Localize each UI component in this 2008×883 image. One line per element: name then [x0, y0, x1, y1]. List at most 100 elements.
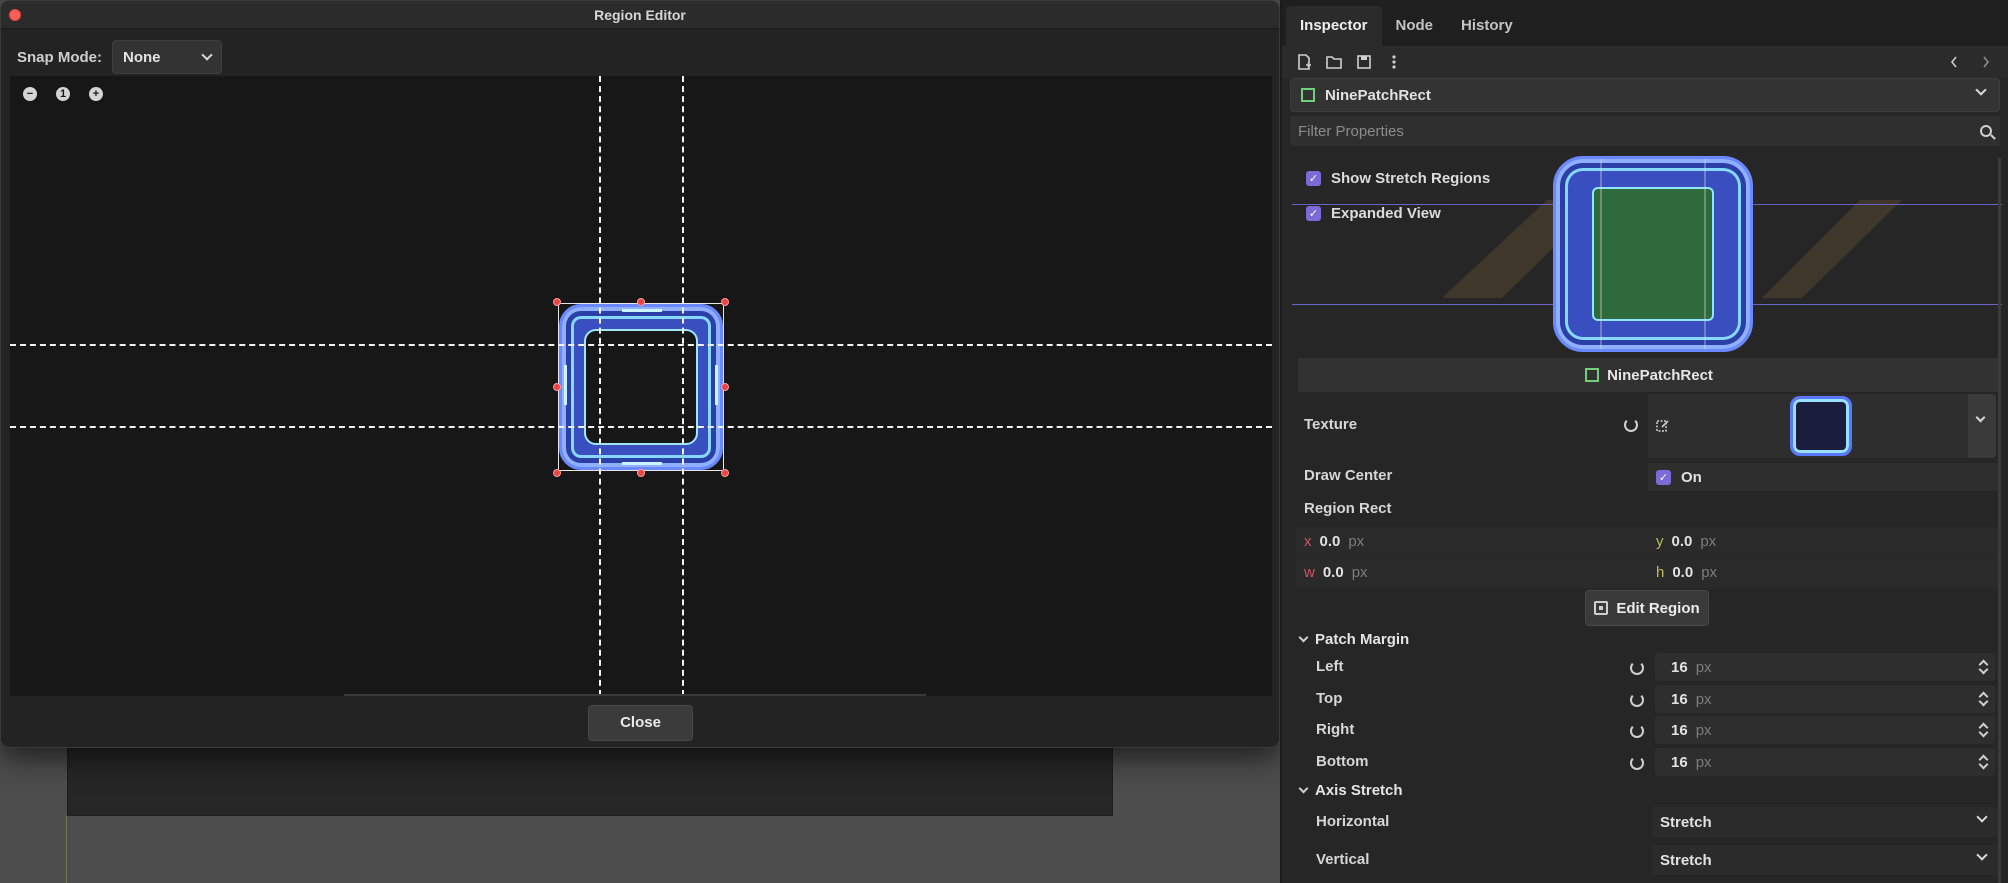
more-options-icon[interactable]	[1386, 54, 1402, 70]
x-axis-label: x	[1304, 533, 1312, 550]
patch-right-label: Right	[1316, 721, 1355, 738]
axis-stretch-group[interactable]: Axis Stretch	[1298, 782, 1403, 799]
history-back-icon[interactable]	[1946, 54, 1962, 70]
region-edit-icon	[1594, 601, 1609, 615]
preview-center	[1592, 187, 1714, 321]
revert-icon[interactable]	[1624, 418, 1638, 432]
draw-center-checkbox[interactable]: ✓ On	[1648, 463, 1998, 491]
preview-patch-line	[1704, 159, 1706, 349]
zoom-reset-button[interactable]: 1	[53, 84, 73, 104]
checkbox-checked-icon[interactable]: ✓	[1306, 171, 1321, 186]
save-icon[interactable]	[1356, 54, 1372, 70]
patch-bottom-spinbox[interactable]: 16 px	[1655, 748, 1995, 776]
edit-texture-icon[interactable]	[1656, 418, 1670, 432]
chevron-down-icon	[1298, 632, 1309, 643]
tab-node[interactable]: Node	[1382, 6, 1448, 46]
checkbox-checked-icon[interactable]: ✓	[1656, 469, 1671, 485]
revert-icon[interactable]	[1630, 693, 1644, 707]
resize-handle-bottom[interactable]	[637, 469, 645, 477]
zoom-in-button[interactable]: +	[86, 84, 106, 104]
resize-handle-bottom-left[interactable]	[553, 469, 561, 477]
show-stretch-regions-row[interactable]: ✓ Show Stretch Regions	[1306, 170, 1490, 187]
margin-guide-top[interactable]	[10, 344, 1272, 346]
region-rect-row-2	[1296, 558, 1998, 588]
expanded-view-label: Expanded View	[1331, 205, 1441, 222]
stepper-icon[interactable]	[1979, 722, 1987, 738]
inspector-scrollbar[interactable]	[1998, 158, 2001, 883]
y-axis-label: y	[1656, 533, 1664, 550]
stepper-icon[interactable]	[1979, 691, 1987, 707]
resize-handle-bottom-right[interactable]	[721, 469, 729, 477]
resize-handle-left[interactable]	[553, 383, 561, 391]
ninepatchrect-icon	[1585, 368, 1600, 382]
snap-mode-select[interactable]: None	[112, 40, 222, 74]
zoom-out-button[interactable]: −	[20, 84, 40, 104]
patch-margin-title: Patch Margin	[1315, 631, 1410, 648]
region-x-field[interactable]: x 0.0 px	[1304, 533, 1364, 550]
patch-margin-group[interactable]: Patch Margin	[1298, 631, 1410, 648]
vertical-stretch-select[interactable]: Stretch	[1652, 845, 1998, 875]
preview-patch-line	[1600, 159, 1602, 349]
texture-thumbnail[interactable]	[1790, 396, 1852, 456]
h-axis-label: h	[1656, 564, 1665, 581]
region-w-value: 0.0	[1322, 564, 1344, 581]
draw-center-value: On	[1681, 468, 1702, 486]
resize-handle-top[interactable]	[637, 298, 645, 306]
snap-mode-label: Snap Mode:	[17, 48, 102, 66]
edit-region-button[interactable]: Edit Region	[1585, 590, 1709, 626]
tab-history[interactable]: History	[1447, 6, 1527, 46]
patch-right-spinbox[interactable]: 16 px	[1655, 716, 1995, 744]
margin-guide-bottom[interactable]	[10, 426, 1272, 428]
horizontal-stretch-select[interactable]: Stretch	[1652, 807, 1998, 837]
region-y-value: 0.0	[1671, 533, 1693, 550]
filter-properties-input[interactable]: Filter Properties	[1290, 116, 2000, 146]
snap-mode-row: Snap Mode: None	[17, 40, 222, 74]
patch-top-value: 16	[1671, 690, 1688, 708]
patch-top-spinbox[interactable]: 16 px	[1655, 685, 1995, 713]
resize-handle-top-right[interactable]	[721, 298, 729, 306]
node-selector[interactable]: NinePatchRect	[1290, 78, 2000, 112]
chevron-down-icon	[1975, 412, 1986, 423]
resize-handle-right[interactable]	[721, 383, 729, 391]
unit-label: px	[1700, 533, 1717, 550]
region-viewport[interactable]: − 1 +	[10, 76, 1272, 696]
background-guide-line	[66, 816, 67, 883]
region-rect-row-1	[1296, 527, 1998, 557]
patch-left-spinbox[interactable]: 16 px	[1655, 653, 1995, 681]
checkbox-checked-icon[interactable]: ✓	[1306, 206, 1321, 221]
resize-handle-top-left[interactable]	[553, 298, 561, 306]
dock-tabs: Inspector Node History	[1282, 0, 2008, 46]
revert-icon[interactable]	[1630, 756, 1644, 770]
preview-texture	[1553, 156, 1753, 352]
chevron-down-icon	[1298, 783, 1309, 794]
tab-inspector[interactable]: Inspector	[1286, 6, 1382, 46]
close-button[interactable]: Close	[588, 705, 693, 741]
history-forward-icon[interactable]	[1978, 54, 1994, 70]
unit-label: px	[1695, 690, 1712, 708]
stepper-icon[interactable]	[1979, 754, 1987, 770]
region-selection-box[interactable]	[558, 303, 724, 471]
expanded-view-row[interactable]: ✓ Expanded View	[1306, 205, 1441, 222]
revert-icon[interactable]	[1630, 724, 1644, 738]
unit-label: px	[1695, 721, 1712, 739]
stepper-icon[interactable]	[1979, 659, 1987, 675]
region-editor-dialog: Region Editor Snap Mode: None − 1 + Clos…	[0, 0, 1280, 748]
unit-label: px	[1695, 658, 1712, 676]
open-folder-icon[interactable]	[1326, 54, 1342, 70]
axis-stretch-title: Axis Stretch	[1315, 782, 1403, 799]
filter-placeholder: Filter Properties	[1298, 122, 1404, 140]
chevron-down-icon	[1976, 849, 1988, 861]
region-h-field[interactable]: h 0.0 px	[1656, 564, 1717, 581]
draw-center-label: Draw Center	[1304, 467, 1393, 484]
region-y-field[interactable]: y 0.0 px	[1656, 533, 1716, 550]
margin-guide-left[interactable]	[599, 76, 601, 696]
revert-icon[interactable]	[1630, 661, 1644, 675]
vertical-stretch-value: Stretch	[1660, 851, 1712, 869]
margin-guide-right[interactable]	[682, 76, 684, 696]
region-w-field[interactable]: w 0.0 px	[1304, 564, 1368, 581]
dialog-title: Region Editor	[594, 7, 686, 23]
new-resource-icon[interactable]	[1296, 54, 1312, 70]
texture-dropdown[interactable]	[1968, 394, 1996, 458]
chevron-down-icon	[201, 49, 213, 61]
search-icon	[1980, 125, 1992, 137]
